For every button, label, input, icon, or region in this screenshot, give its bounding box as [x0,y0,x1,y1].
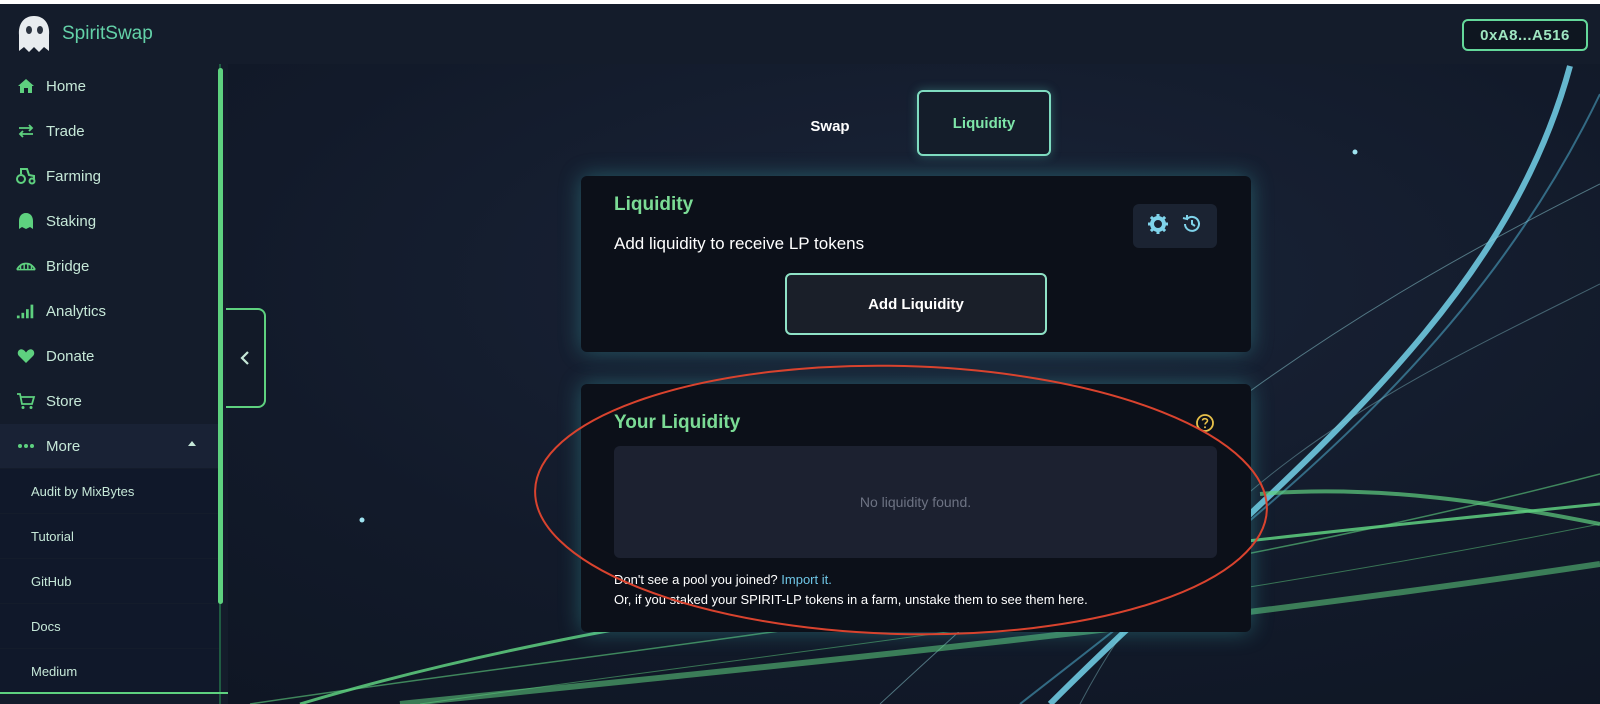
history-icon [1182,214,1200,232]
sidebar-item-bridge[interactable]: Bridge [0,244,220,288]
sidebar-item-farming[interactable]: Farming [0,154,220,198]
dots-icon [16,436,36,456]
sidebar-item-trade[interactable]: Trade [0,109,220,153]
sidebar-subitem-github[interactable]: GitHub [0,559,220,603]
sidebar-subitem-medium[interactable]: Medium [0,649,220,693]
sidebar-item-donate[interactable]: Donate [0,334,220,378]
bar-chart-icon [16,301,36,321]
sidebar-item-analytics[interactable]: Analytics [0,289,220,333]
brand[interactable]: SpiritSwap [14,12,153,56]
liquidity-card-title: Liquidity [614,194,694,215]
sidebar-bottom-border [0,692,228,694]
empty-liquidity-message: No liquidity found. [859,494,972,510]
sidebar-subitem-tutorial[interactable]: Tutorial [0,514,220,558]
swap-arrows-icon [16,121,36,141]
sidebar-item-store[interactable]: Store [0,379,220,423]
help-question-icon[interactable] [1195,413,1215,433]
sidebar-subitem-audit[interactable]: Audit by MixBytes [0,469,220,513]
tab-liquidity[interactable]: Liquidity [917,90,1051,156]
sidebar-item-label: Bridge [46,257,90,275]
your-liquidity-title: Your Liquidity [614,412,741,433]
sidebar-item-label: Trade [46,122,85,140]
caret-up-icon [188,441,196,446]
import-pool-text: Don't see a pool you joined? [614,572,778,587]
app-root: SpiritSwap 0xA8...A516 Home Trade Farmin… [0,4,1600,704]
history-button[interactable] [1181,213,1203,240]
sidebar-item-label: Farming [46,167,102,185]
add-liquidity-button[interactable]: Add Liquidity [785,273,1047,335]
gear-icon [1148,213,1168,234]
home-icon [16,76,36,96]
empty-liquidity-box: No liquidity found. [614,446,1217,558]
sidebar: Home Trade Farming Staking Bridge Analyt… [0,64,228,704]
unstake-note: Or, if you staked your SPIRIT-LP tokens … [614,592,1088,607]
import-pool-note: Don't see a pool you joined? Import it. [614,572,832,587]
sidebar-item-label: Analytics [46,302,107,320]
heart-icon [16,346,36,366]
sidebar-item-label: Donate [46,347,95,365]
sidebar-subitem-docs[interactable]: Docs [0,604,220,648]
ghost-icon [16,211,36,231]
bridge-icon [16,256,36,276]
card-tools [1133,204,1217,248]
ghost-logo-icon [18,16,50,52]
sidebar-item-label: More [46,437,81,455]
sidebar-item-staking[interactable]: Staking [0,199,220,243]
sidebar-item-more[interactable]: More [0,424,220,468]
tab-swap[interactable]: Swap [800,108,860,144]
liquidity-card: Liquidity Add liquidity to receive LP to… [581,176,1251,352]
chevron-left-icon [240,351,249,365]
sidebar-item-label: Staking [46,212,97,230]
sidebar-item-label: Store [46,392,82,410]
your-liquidity-card: Your Liquidity No liquidity found. Don't… [581,384,1251,632]
sidebar-scrollbar-thumb[interactable] [218,68,223,604]
wallet-address-button[interactable]: 0xA8...A516 [1462,19,1588,51]
sidebar-item-home[interactable]: Home [0,64,220,108]
sidebar-collapse-button[interactable] [226,308,266,408]
top-header: SpiritSwap 0xA8...A516 [0,4,1600,64]
tractor-icon [16,166,36,186]
cart-icon [16,391,36,411]
liquidity-card-description: Add liquidity to receive LP tokens [614,234,865,253]
import-it-link[interactable]: Import it. [781,572,832,587]
settings-gear-button[interactable] [1147,213,1169,240]
brand-name: SpiritSwap [62,23,153,44]
sidebar-item-label: Home [46,77,87,95]
